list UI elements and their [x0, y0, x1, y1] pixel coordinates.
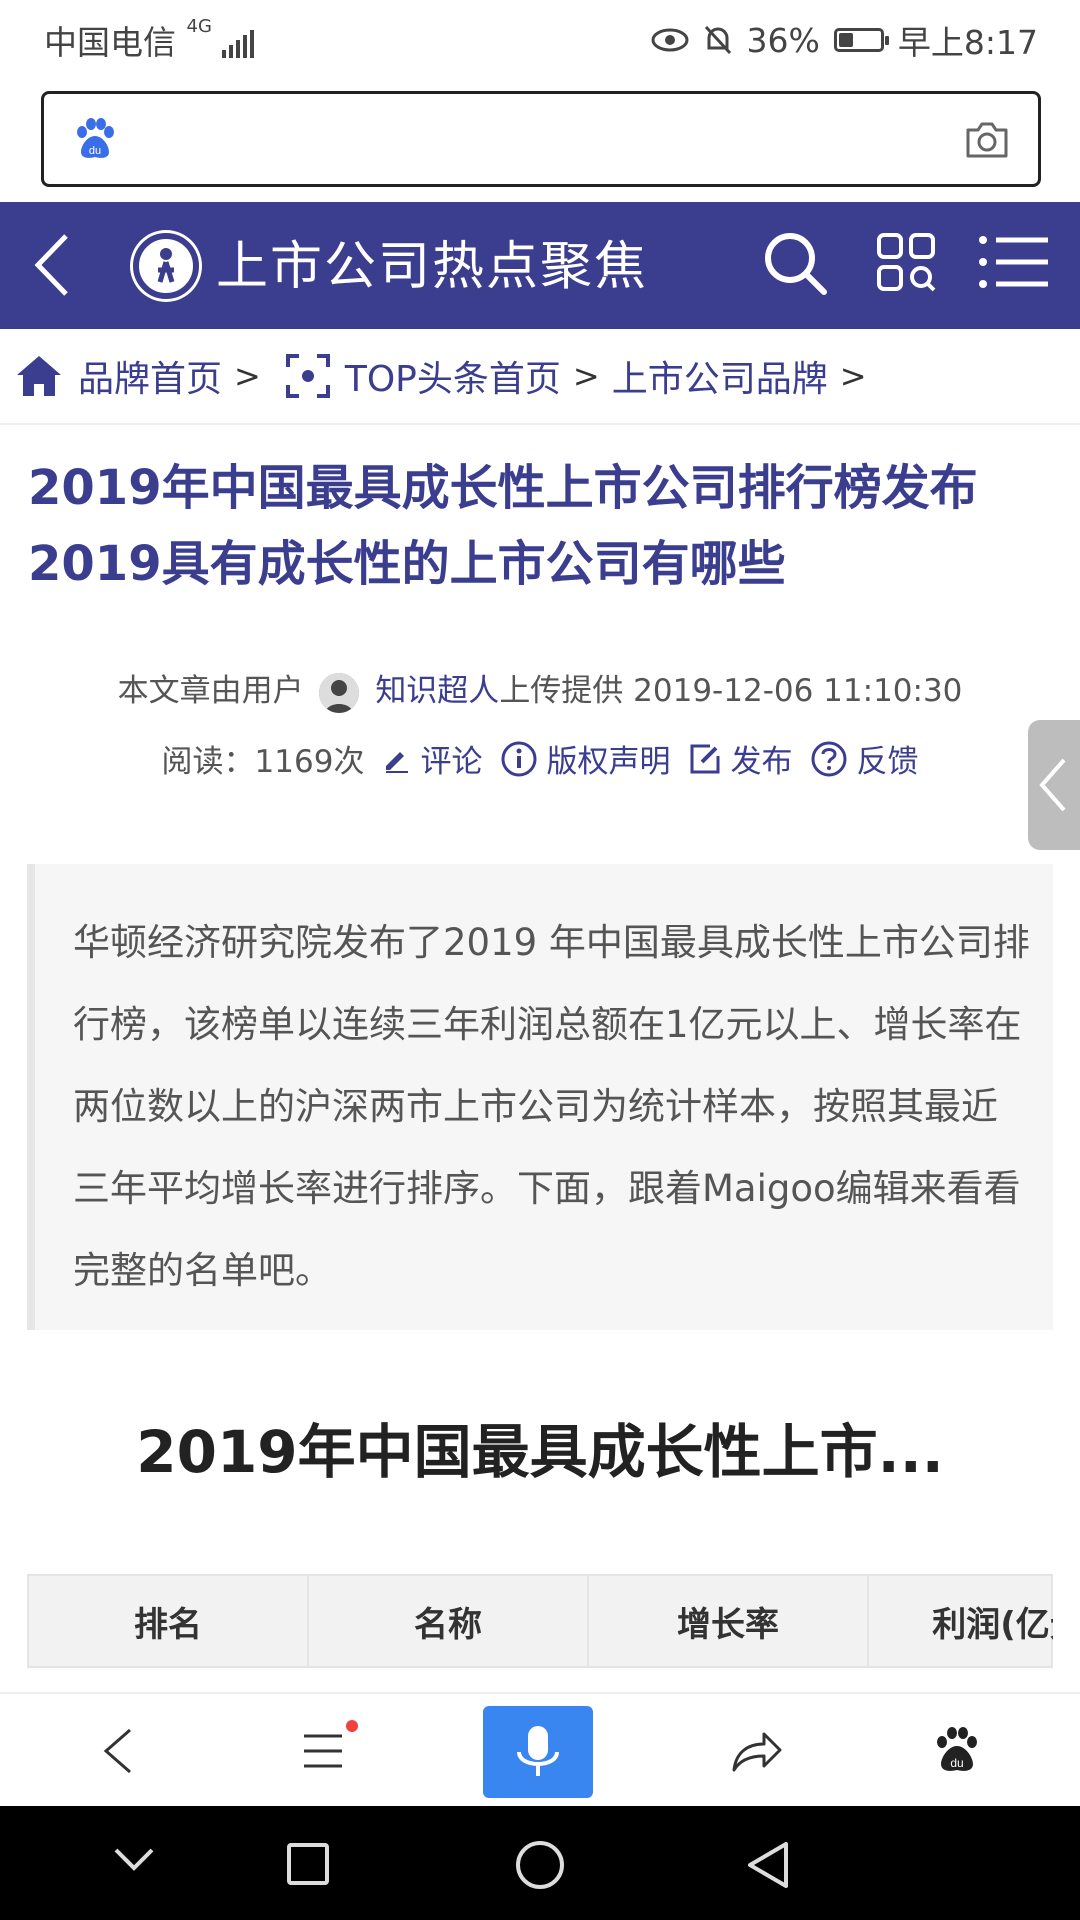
- grid-icon[interactable]: [876, 232, 936, 292]
- nav-home-icon[interactable]: [515, 1840, 565, 1890]
- signal-icon: 4G: [186, 16, 212, 37]
- help-icon: [811, 741, 847, 776]
- breadcrumb-separator: >: [572, 357, 600, 395]
- carrier-label: 中国电信 4G: [44, 16, 255, 64]
- browser-menu-icon[interactable]: [300, 1728, 346, 1774]
- status-right: 36% 早上8:17: [651, 16, 1038, 64]
- breadcrumb-separator: >: [839, 357, 867, 395]
- table-header-row: 排名 名称 增长率 利润(亿元: [27, 1574, 1053, 1668]
- edit-icon: [690, 744, 720, 773]
- breadcrumb-listed[interactable]: 上市公司品牌: [612, 350, 828, 402]
- publish-link[interactable]: 发布: [688, 736, 792, 781]
- table-header-cell: 利润(亿元: [869, 1576, 1053, 1666]
- microphone-icon: [517, 1726, 559, 1776]
- svg-text:du: du: [950, 1756, 963, 1770]
- back-icon[interactable]: [30, 230, 74, 300]
- site-header: 上市公司热点聚焦: [0, 202, 1080, 329]
- share-icon[interactable]: [730, 1726, 784, 1776]
- article-byline: 本文章由用户 知识超人上传提供 2019-12-06 11:10:30: [0, 665, 1080, 713]
- pen-icon: [386, 751, 409, 773]
- table-header-cell: 名称: [309, 1576, 589, 1666]
- nav-recents-icon[interactable]: [286, 1842, 330, 1886]
- browser-toolbar: du: [0, 1692, 1080, 1806]
- breadcrumb-top[interactable]: TOP头条首页: [285, 350, 561, 402]
- home-icon: [17, 356, 61, 396]
- info-icon: [501, 741, 537, 776]
- eye-icon: [651, 28, 689, 52]
- side-drawer-tab[interactable]: [1028, 720, 1080, 850]
- article-title: 2019年中国最具成长性上市公司排行榜发布 2019具有成长性的上市公司有哪些: [28, 460, 978, 592]
- table-header-cell: 增长率: [589, 1576, 869, 1666]
- table-header-cell: 排名: [29, 1576, 309, 1666]
- feedback-link[interactable]: 反馈: [810, 736, 918, 781]
- menu-icon[interactable]: [978, 234, 1050, 290]
- baidu-paw-icon[interactable]: du: [72, 116, 118, 162]
- article-actions: 阅读：1169次 评论 版权声明 发布 反馈: [0, 736, 1080, 781]
- signal-bars-icon: [222, 30, 255, 58]
- article-summary: 华顿经济研究院发布了2019 年中国最具成长性上市公司排行榜，该榜单以连续三年利…: [27, 864, 1053, 1330]
- battery-icon: [833, 28, 889, 52]
- mute-bell-icon: [704, 25, 731, 55]
- scan-icon: [285, 354, 330, 398]
- clock: 早上8:17: [897, 23, 1038, 62]
- breadcrumb-separator: >: [234, 357, 261, 395]
- maigoo-logo: [130, 230, 202, 302]
- breadcrumb: 品牌首页 > TOP头条首页 > 上市公司品牌 >: [0, 329, 1080, 425]
- camera-icon[interactable]: [964, 120, 1010, 160]
- ranking-table: 排名 名称 增长率 利润(亿元: [27, 1574, 1053, 1694]
- svg-text:du: du: [89, 145, 101, 157]
- avatar-icon: [319, 672, 360, 713]
- battery-percent: 36%: [746, 20, 820, 60]
- system-nav-bar: [0, 1806, 1080, 1920]
- browser-back-icon[interactable]: [98, 1726, 138, 1776]
- maigoo-logo-icon: [133, 233, 199, 299]
- comment-link[interactable]: 评论: [382, 736, 482, 781]
- search-icon[interactable]: [762, 230, 828, 296]
- chevron-left-icon: [1039, 758, 1066, 812]
- baidu-icon[interactable]: du: [932, 1724, 982, 1776]
- nav-back-icon[interactable]: [746, 1840, 790, 1890]
- read-count: 阅读：1169次: [161, 744, 365, 780]
- search-input[interactable]: du: [41, 91, 1041, 187]
- notification-dot: [346, 1720, 358, 1732]
- copyright-link[interactable]: 版权声明: [500, 736, 670, 781]
- avatar[interactable]: [319, 672, 360, 713]
- voice-search-button[interactable]: [483, 1706, 593, 1798]
- author-link[interactable]: 知识超人: [375, 673, 499, 709]
- header-title: 上市公司热点聚焦: [216, 237, 649, 297]
- section-title: 2019年中国最具成长性上市...: [136, 1418, 944, 1486]
- nav-down-icon[interactable]: [112, 1844, 156, 1874]
- status-bar: 中国电信 4G 36% 早上8:17: [0, 0, 1080, 78]
- breadcrumb-home[interactable]: 品牌首页: [14, 350, 222, 402]
